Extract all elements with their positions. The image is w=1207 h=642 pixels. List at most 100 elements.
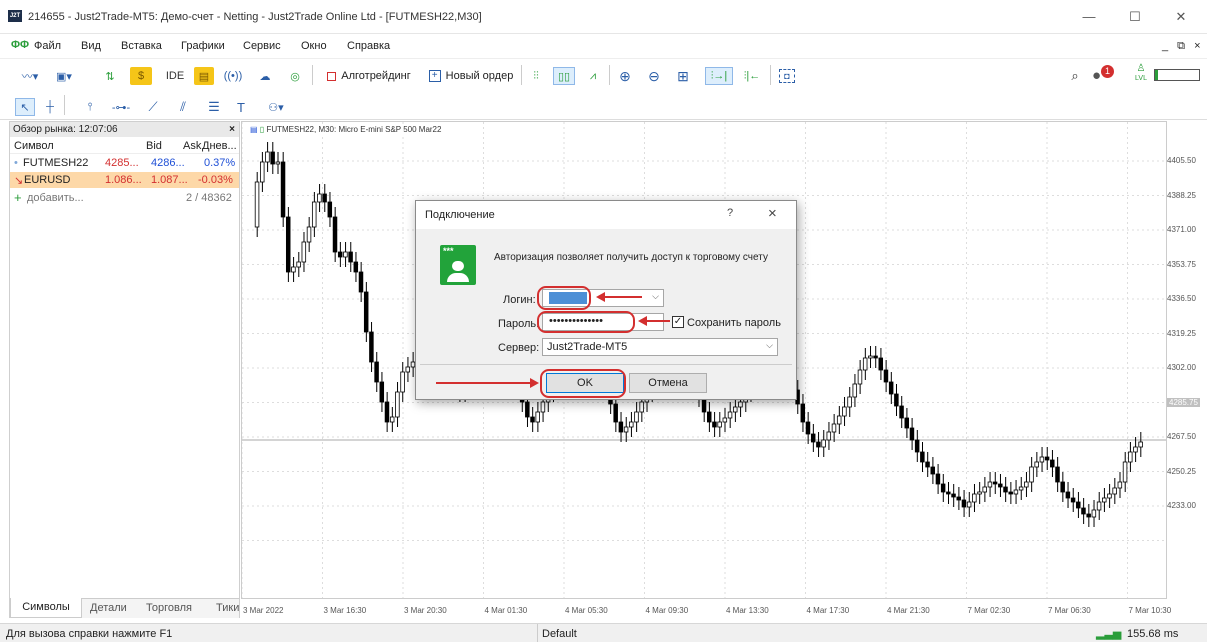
candle-body bbox=[530, 416, 535, 423]
close-button[interactable]: ✕ bbox=[1158, 6, 1204, 28]
text-tool-icon[interactable]: T bbox=[232, 98, 250, 116]
candle-body bbox=[400, 371, 405, 393]
chart-shift-icon[interactable]: ⫶|← bbox=[739, 67, 765, 85]
menu-tools[interactable]: Сервис bbox=[243, 40, 281, 52]
candlestick-chart-icon[interactable]: ▯▯ bbox=[553, 67, 575, 85]
dialog-help-button[interactable]: ? bbox=[727, 207, 733, 219]
algotrading-button[interactable]: Алготрейдинг bbox=[318, 67, 420, 85]
candle-body bbox=[280, 161, 286, 218]
row-ask: 1.087... bbox=[151, 174, 188, 186]
market-watch-close-icon[interactable]: × bbox=[229, 122, 235, 137]
crosshair-tool-icon[interactable]: ┼ bbox=[40, 98, 60, 116]
column-daily[interactable]: Днев... bbox=[202, 140, 237, 152]
server-select[interactable]: Just2Trade-MT5 ⌵ bbox=[542, 338, 778, 356]
new-order-label: Новый ордер bbox=[445, 70, 514, 82]
price-label: 4267.50 bbox=[1167, 432, 1196, 441]
candle-body bbox=[353, 261, 359, 273]
market-watch-row[interactable]: • FUTMESH22 4285... 4286... 0.37% bbox=[10, 155, 239, 171]
price-label: 4336.50 bbox=[1167, 294, 1196, 303]
one-click-trading-icon[interactable]: ⇅ bbox=[98, 67, 122, 85]
menu-insert[interactable]: Вставка bbox=[121, 40, 162, 52]
menu-window[interactable]: Окно bbox=[301, 40, 327, 52]
ide-button[interactable]: IDE bbox=[163, 67, 187, 85]
shapes-dropdown-icon[interactable]: ⚇▾ bbox=[260, 98, 292, 116]
column-bid[interactable]: Bid bbox=[146, 140, 162, 152]
fibonacci-icon[interactable]: ☰ bbox=[203, 98, 225, 116]
market-icon[interactable]: ◎ bbox=[284, 67, 306, 85]
menu-view[interactable]: Вид bbox=[81, 40, 101, 52]
row-bid: 4285... bbox=[105, 157, 139, 169]
menu-charts[interactable]: Графики bbox=[181, 40, 225, 52]
status-ping[interactable]: 155.68 ms bbox=[1127, 628, 1178, 640]
vps-cloud-icon[interactable]: ☁ bbox=[254, 67, 276, 85]
menu-help[interactable]: Справка bbox=[347, 40, 390, 52]
candle-body bbox=[358, 271, 364, 293]
tab-symbols[interactable]: Символы bbox=[10, 598, 82, 618]
menu-file[interactable]: Файл bbox=[34, 40, 61, 52]
new-order-button[interactable]: + Новый ордер bbox=[424, 67, 518, 85]
dollar-icon[interactable]: $ bbox=[130, 67, 152, 85]
chart-menu-icon[interactable]: ΦΦ bbox=[11, 39, 29, 51]
line-chart-icon[interactable]: ⩘ bbox=[582, 67, 604, 85]
level-indicator[interactable]: ♙ LVL bbox=[1133, 64, 1149, 86]
account-user-icon-head bbox=[452, 261, 464, 271]
maximize-icon: ☐ bbox=[1129, 9, 1141, 24]
column-symbol[interactable]: Символ bbox=[14, 140, 54, 152]
chart-template-icon[interactable]: ▣▾ bbox=[48, 67, 80, 85]
trendline-icon[interactable]: ⟋ bbox=[142, 98, 164, 116]
cursor-tool-icon[interactable]: ↖ bbox=[15, 98, 35, 116]
time-label: 4 Mar 01:30 bbox=[484, 606, 528, 615]
tab-trading[interactable]: Торговля bbox=[146, 602, 192, 614]
signals-icon[interactable]: ((•)) bbox=[222, 67, 244, 85]
add-symbol-row[interactable]: + добавить... 2 / 48362 bbox=[10, 190, 239, 206]
save-password-label[interactable]: Сохранить пароль bbox=[687, 317, 781, 329]
briefcase-icon[interactable]: ▤ bbox=[194, 67, 214, 85]
horizontal-line-icon[interactable]: -⊶- bbox=[110, 98, 132, 116]
candle-body bbox=[904, 417, 910, 429]
dialog-close-button[interactable]: × bbox=[768, 205, 777, 222]
mdi-controls[interactable]: _ ⧉ × bbox=[1162, 40, 1204, 53]
candle-body bbox=[909, 427, 915, 441]
candle-body bbox=[270, 151, 275, 165]
screenshot-icon[interactable]: ◘ bbox=[776, 67, 798, 85]
search-icon[interactable]: ⌕ bbox=[1065, 67, 1085, 85]
notifications-button[interactable]: ● 1 bbox=[1092, 65, 1116, 87]
candle-body bbox=[712, 421, 717, 428]
zoom-in-icon[interactable]: ⊕ bbox=[614, 67, 636, 85]
toolbar-separator bbox=[770, 65, 771, 85]
row-symbol: EURUSD bbox=[24, 174, 71, 186]
market-watch-row[interactable]: ↘ EURUSD 1.086... 1.087... -0.03% bbox=[10, 172, 239, 188]
vertical-line-icon[interactable]: ⫯ bbox=[82, 98, 98, 116]
candle-body bbox=[914, 439, 920, 453]
candle-body bbox=[982, 486, 987, 493]
minimize-button[interactable]: — bbox=[1066, 6, 1112, 28]
column-ask[interactable]: Ask bbox=[183, 140, 201, 152]
time-label: 3 Mar 2022 bbox=[243, 606, 284, 615]
maximize-button[interactable]: ☐ bbox=[1112, 6, 1158, 28]
candle-body bbox=[337, 251, 343, 258]
tile-windows-icon[interactable]: ⊞ bbox=[672, 67, 694, 85]
status-profile[interactable]: Default bbox=[542, 628, 577, 640]
tab-ticks[interactable]: Тики bbox=[216, 602, 239, 614]
equidistant-channel-icon[interactable]: ⫽ bbox=[172, 98, 194, 116]
candle-body bbox=[540, 401, 546, 413]
candle-body bbox=[1086, 513, 1091, 518]
save-password-checkbox[interactable]: ✓ bbox=[672, 316, 684, 328]
window-title: 214655 - Just2Trade-MT5: Демо-счет - Net… bbox=[28, 11, 482, 23]
cancel-button[interactable]: Отмена bbox=[629, 373, 707, 393]
status-separator bbox=[537, 624, 538, 642]
tab-details[interactable]: Детали bbox=[90, 602, 127, 614]
drawing-toolbar: ↖ ┼ ⫯ -⊶- ⟋ ⫽ ☰ T ⚇▾ bbox=[0, 90, 1207, 120]
autoscroll-icon[interactable]: ⫶→| bbox=[705, 67, 733, 85]
candle-body bbox=[317, 193, 322, 203]
candle-body bbox=[722, 417, 728, 423]
line-chart-dropdown-icon[interactable]: 〰▾ bbox=[15, 67, 45, 85]
login-arrow-line bbox=[604, 296, 642, 298]
new-order-plus-icon: + bbox=[428, 70, 441, 82]
password-highlight-ring bbox=[537, 311, 635, 333]
candle-body bbox=[1008, 491, 1013, 495]
zoom-out-icon[interactable]: ⊖ bbox=[643, 67, 665, 85]
bar-chart-icon[interactable]: ⫶⫶ bbox=[526, 67, 546, 85]
candle-body bbox=[883, 369, 889, 383]
plus-icon: + bbox=[14, 190, 22, 205]
